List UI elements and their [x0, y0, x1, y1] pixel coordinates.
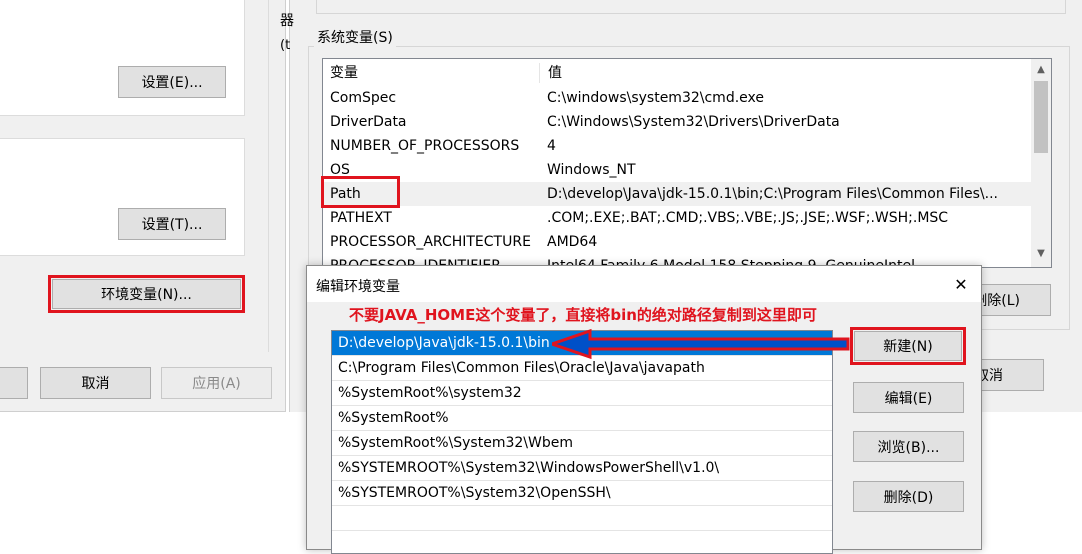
row-name: PROCESSOR_ARCHITECTURE	[330, 234, 531, 250]
user-profiles-group	[0, 0, 245, 116]
inner-panel-edge	[268, 0, 269, 352]
edge-char-2: (t	[280, 38, 291, 53]
scroll-down-arrow-icon[interactable]: ▼	[1031, 245, 1051, 263]
ok-button-partial[interactable]	[0, 367, 28, 399]
scrollbar-thumb[interactable]	[1034, 81, 1048, 153]
system-properties-dialog: 设置(E)... 设置(T)... 环境变量(N)... 取消 应用(A)	[0, 0, 286, 412]
table-row[interactable]: PATHEXT .COM;.EXE;.BAT;.CMD;.VBS;.VBE;.J…	[323, 206, 1051, 230]
path-row-highlight	[321, 176, 400, 208]
list-item-empty[interactable]	[332, 506, 832, 531]
column-divider[interactable]	[539, 63, 540, 83]
settings-e-button[interactable]: 设置(E)...	[118, 66, 226, 98]
cancel-button[interactable]: 取消	[40, 367, 151, 399]
new-button-highlight	[850, 327, 966, 365]
table-row-path[interactable]: Path D:\develop\Java\jdk-15.0.1\bin;C:\P…	[323, 182, 1051, 206]
delete-d-button[interactable]: 删除(D)	[853, 481, 964, 512]
title-bar[interactable]: 编辑环境变量 ✕	[307, 266, 981, 302]
dialog-title: 编辑环境变量	[316, 279, 400, 295]
list-item[interactable]: %SystemRoot%	[332, 406, 832, 431]
edge-char-1: 器	[280, 13, 294, 29]
system-vars-title: 系统变量(S)	[314, 27, 396, 47]
system-vars-list[interactable]: 变量 值 ComSpec C:\windows\system32\cmd.exe…	[322, 58, 1052, 268]
row-name: NUMBER_OF_PROCESSORS	[330, 138, 520, 154]
arrow-left-icon	[552, 328, 850, 360]
table-row[interactable]: OS Windows_NT	[323, 158, 1051, 182]
browse-button[interactable]: 浏览(B)...	[853, 431, 964, 462]
table-row[interactable]: ComSpec C:\windows\system32\cmd.exe	[323, 86, 1051, 110]
list-item[interactable]: %SystemRoot%\system32	[332, 381, 832, 406]
row-value: AMD64	[547, 234, 598, 250]
row-name: ComSpec	[330, 90, 397, 106]
row-value: C:\Windows\System32\Drivers\DriverData	[547, 114, 840, 130]
user-vars-buttons-edge	[316, 0, 1066, 14]
path-entries-list[interactable]: D:\develop\Java\jdk-15.0.1\bin C:\Progra…	[331, 330, 833, 554]
list-header: 变量 值	[323, 61, 1051, 85]
annotation-text: 不要JAVA_HOME这个变量了，直接将bin的绝对路径复制到这里即可	[349, 306, 817, 324]
column-header-value[interactable]: 值	[541, 61, 1038, 85]
row-value: D:\develop\Java\jdk-15.0.1\bin;C:\Progra…	[547, 186, 998, 202]
column-header-name[interactable]: 变量	[323, 61, 546, 85]
list-item[interactable]: %SystemRoot%\System32\Wbem	[332, 431, 832, 456]
table-row[interactable]: PROCESSOR_ARCHITECTURE AMD64	[323, 230, 1051, 254]
close-icon[interactable]: ✕	[947, 274, 975, 296]
row-value: 4	[547, 138, 556, 154]
edit-env-var-dialog: 编辑环境变量 ✕ 不要JAVA_HOME这个变量了，直接将bin的绝对路径复制到…	[306, 265, 982, 554]
vertical-scrollbar[interactable]: ▲ ▼	[1031, 59, 1051, 267]
row-value: .COM;.EXE;.BAT;.CMD;.VBS;.VBE;.JS;.JSE;.…	[547, 210, 949, 226]
list-item[interactable]: %SYSTEMROOT%\System32\WindowsPowerShell\…	[332, 456, 832, 481]
table-row[interactable]: DriverData C:\Windows\System32\Drivers\D…	[323, 110, 1051, 134]
row-value: C:\windows\system32\cmd.exe	[547, 90, 764, 106]
apply-button[interactable]: 应用(A)	[161, 367, 272, 399]
row-value: Windows_NT	[547, 162, 636, 178]
settings-t-button[interactable]: 设置(T)...	[118, 208, 226, 240]
table-row[interactable]: NUMBER_OF_PROCESSORS 4	[323, 134, 1051, 158]
edit-button[interactable]: 编辑(E)	[853, 382, 964, 413]
list-item[interactable]: %SYSTEMROOT%\System32\OpenSSH\	[332, 481, 832, 506]
row-name: DriverData	[330, 114, 407, 130]
scroll-up-arrow-icon[interactable]: ▲	[1031, 61, 1051, 79]
env-vars-highlight	[48, 275, 245, 313]
row-name: PATHEXT	[330, 210, 392, 226]
